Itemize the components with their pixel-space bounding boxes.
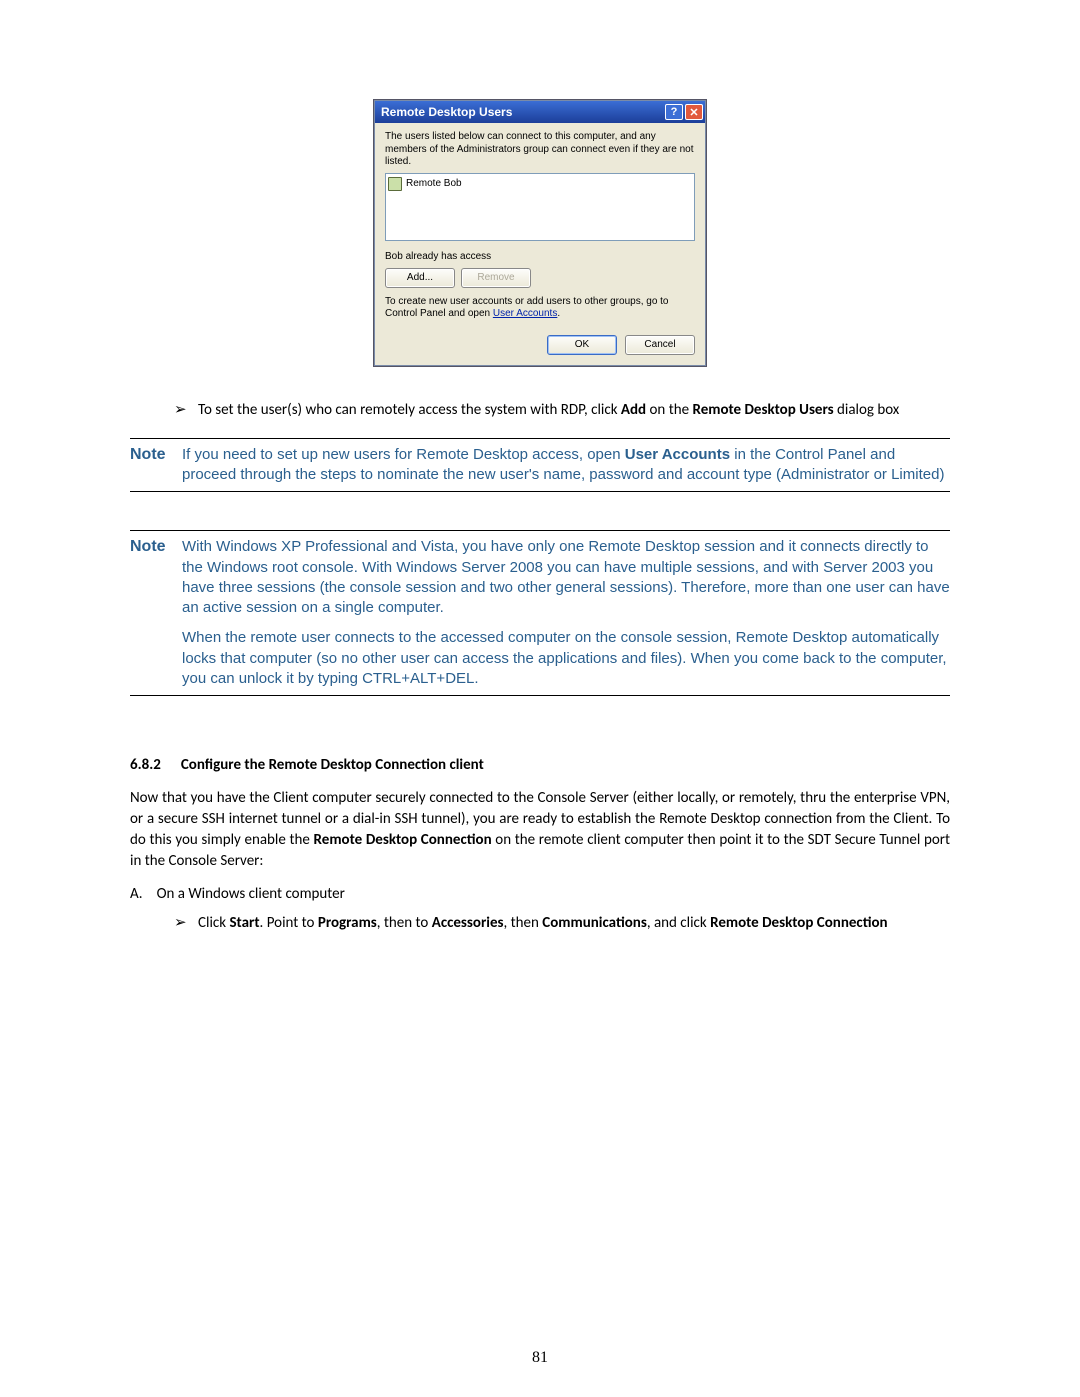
bullet-set-user: ➢ To set the user(s) who can remotely ac… [174, 400, 950, 420]
bullet-text: To set the user(s) who can remotely acce… [198, 400, 899, 420]
remote-desktop-users-dialog: Remote Desktop Users ? ✕ The users liste… [374, 100, 706, 366]
note-paragraph: When the remote user connects to the acc… [182, 628, 950, 689]
text: . Point to [260, 914, 318, 932]
bold-text: Start [229, 914, 259, 932]
cancel-button[interactable]: Cancel [625, 335, 695, 355]
add-button[interactable]: Add... [385, 268, 455, 288]
bold-text: Add [621, 401, 646, 419]
text: Click [198, 914, 229, 932]
note-block-1: Note If you need to set up new users for… [130, 438, 950, 493]
dialog-bottom-buttons: OK Cancel [385, 335, 695, 355]
text: , and click [647, 914, 710, 932]
hint-text: To create new user accounts or add users… [385, 296, 695, 321]
bold-text: Communications [542, 914, 647, 932]
text: , then [504, 914, 543, 932]
list-text: On a Windows client computer [157, 884, 345, 905]
text: , then to [377, 914, 432, 932]
user-accounts-link[interactable]: User Accounts [493, 308, 557, 319]
bullet-text: Click Start. Point to Programs, then to … [198, 913, 950, 934]
ordered-list-item-A: A. On a Windows client computer [130, 884, 950, 905]
text: If you need to set up new users for Remo… [182, 446, 625, 463]
bullet-click-start: ➢ Click Start. Point to Programs, then t… [174, 913, 950, 934]
hint-suffix: . [557, 308, 560, 319]
text: To set the user(s) who can remotely acce… [198, 401, 621, 419]
note-label: Note [130, 445, 182, 464]
note-block-2: Note With Windows XP Professional and Vi… [130, 530, 950, 696]
dialog-body: The users listed below can connect to th… [375, 123, 705, 365]
person-icon [388, 177, 402, 191]
note-body: With Windows XP Professional and Vista, … [182, 537, 950, 689]
text: on the [646, 401, 692, 419]
list-marker: A. [130, 884, 143, 905]
status-text: Bob already has access [385, 251, 695, 262]
bold-text: Remote Desktop Users [692, 401, 833, 419]
dialog-description: The users listed below can connect to th… [385, 131, 695, 169]
note-paragraph: With Windows XP Professional and Vista, … [182, 537, 950, 618]
dialog-titlebar: Remote Desktop Users ? ✕ [375, 101, 705, 123]
arrow-icon: ➢ [174, 913, 198, 934]
close-icon[interactable]: ✕ [685, 104, 703, 120]
users-listbox[interactable]: Remote Bob [385, 173, 695, 241]
bold-text: User Accounts [625, 446, 730, 463]
section-title: Configure the Remote Desktop Connection … [181, 756, 484, 774]
note-body: If you need to set up new users for Remo… [182, 445, 950, 486]
page-number: 81 [0, 1349, 1080, 1367]
section-heading: 6.8.2 Configure the Remote Desktop Conne… [130, 756, 950, 774]
dialog-title: Remote Desktop Users [381, 105, 663, 119]
bold-text: Programs [318, 914, 377, 932]
text: dialog box [834, 401, 900, 419]
note-label: Note [130, 537, 182, 556]
remove-button: Remove [461, 268, 531, 288]
body-paragraph: Now that you have the Client computer se… [130, 788, 950, 872]
document-page: Remote Desktop Users ? ✕ The users liste… [0, 0, 1080, 1397]
arrow-icon: ➢ [174, 400, 198, 420]
ok-button[interactable]: OK [547, 335, 617, 355]
user-name: Remote Bob [406, 178, 462, 189]
help-icon[interactable]: ? [665, 104, 683, 120]
bold-text: Remote Desktop Connection [314, 831, 492, 849]
list-item[interactable]: Remote Bob [388, 176, 692, 192]
bold-text: Accessories [432, 914, 504, 932]
bold-text: Remote Desktop Connection [710, 914, 888, 932]
section-number: 6.8.2 [130, 756, 161, 774]
button-row: Add... Remove [385, 268, 695, 288]
